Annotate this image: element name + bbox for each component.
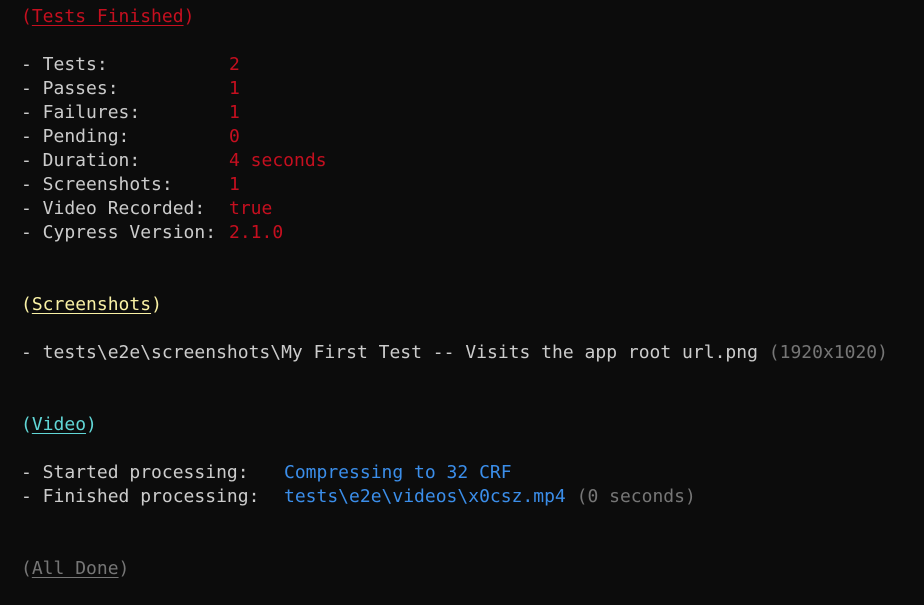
stat-row-video-recorded: - Video Recorded: true [21,197,272,221]
stat-value: 1 [229,174,240,195]
all-done-title: All Done [31,558,119,579]
stat-value: 0 [229,126,240,147]
video-file-path: tests\e2e\videos\x0csz.mp4 [284,486,566,507]
screenshot-dimensions: (1920x1020) [768,342,888,363]
stat-row-screenshots: - Screenshots: 1 [21,173,240,197]
video-started-row: - Started processing: Compressing to 32 C… [21,461,512,485]
screenshot-path: - tests\e2e\screenshots\My First Test --… [21,342,758,363]
tests-finished-title: Tests Finished [31,6,184,27]
stat-row-pending: - Pending: 0 [21,125,240,149]
stat-label: - Passes: [21,78,119,99]
stat-row-tests: - Tests: 2 [21,53,240,77]
all-done-header: (All Done) [21,558,130,579]
stat-label: - Cypress Version: [21,222,217,243]
stat-row-passes: - Passes: 1 [21,77,240,101]
stat-label: - Failures: [21,102,141,123]
stat-value: 1 [229,78,240,99]
stat-label: - Duration: [21,150,141,171]
stat-label: - Tests: [21,54,108,75]
stat-value: 1 [229,102,240,123]
stat-value: 2 [229,54,240,75]
tests-finished-header: (Tests Finished) [21,6,195,27]
terminal-output: (Tests Finished) - Tests: 2 - Passes: 1 - … [0,0,924,605]
video-processing-time: (0 seconds) [576,486,696,507]
stat-row-cypress-version: - Cypress Version: 2.1.0 [21,221,283,245]
stat-label: - Video Recorded: [21,198,206,219]
screenshots-title: Screenshots [31,294,152,315]
stat-value: 4 seconds [229,150,327,171]
video-started-label: - Started processing: [21,462,249,483]
stat-row-failures: - Failures: 1 [21,101,240,125]
stat-label: - Screenshots: [21,174,173,195]
video-finished-label: - Finished processing: [21,486,260,507]
video-started-value: Compressing to 32 CRF [284,462,512,483]
stat-value: 2.1.0 [229,222,284,243]
stat-label: - Pending: [21,126,130,147]
video-finished-row: - Finished processing: tests\e2e\videos\x… [21,485,696,509]
stat-row-duration: - Duration: 4 seconds [21,149,327,173]
stat-value: true [229,198,273,219]
video-title: Video [31,414,87,435]
screenshot-item: - tests\e2e\screenshots\My First Test --… [21,341,888,365]
screenshots-header: (Screenshots) [21,294,162,315]
video-header: (Video) [21,414,97,435]
